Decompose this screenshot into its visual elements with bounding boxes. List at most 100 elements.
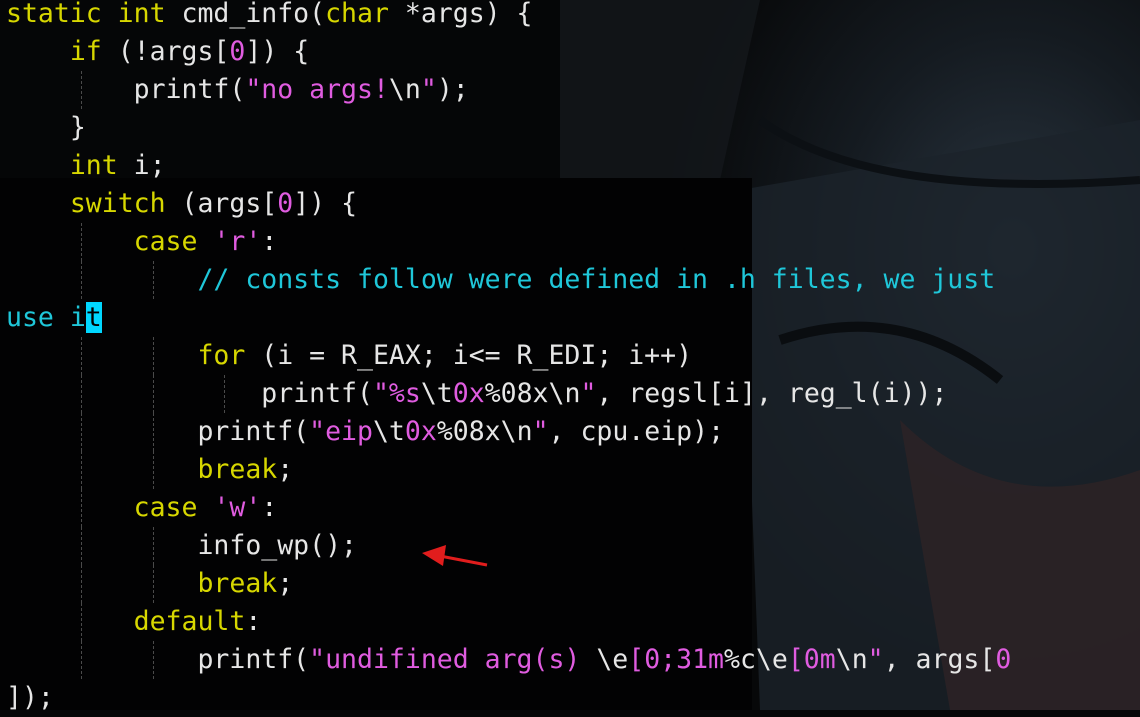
code-line[interactable]: printf("no args!\n"); [6,71,469,109]
code-token: [0;31m [628,644,724,675]
code-token: case [133,226,198,257]
code-line[interactable]: for (i = R_EAX; i<= R_EDI; i++) [6,337,692,375]
code-line[interactable]: if (!args[0]) { [6,33,309,71]
code-token: m [819,644,836,675]
indent-guide [81,451,83,489]
code-token: \n [548,378,581,409]
indent-guide [152,261,154,299]
code-token: , cpu.eip); [548,416,725,447]
code-token: i; [117,150,166,181]
indent-guide [224,375,226,413]
code-token: int [69,150,118,181]
code-line[interactable]: int i; [6,147,166,185]
code-token: , regsl[i], reg_l(i)); [596,378,948,409]
code-token: " [532,416,549,447]
code-token: char [325,0,389,29]
indent-guide [81,641,83,679]
code-line[interactable]: ]); [6,679,54,717]
code-token: use i [6,302,86,333]
indent-guide [81,261,83,299]
code-token: ); [436,74,469,105]
code-line[interactable]: printf("undifined arg(s) \e[0;31m%c\e[0m… [6,641,1011,679]
code-line[interactable]: info_wp(); [6,527,357,565]
code-token: (i = R_EAX; i<= R_EDI; i++) [245,340,693,371]
indent-guide [81,489,83,527]
code-token: 0 [995,644,1012,675]
code-token: ; [277,568,294,599]
code-token: ; [277,454,294,485]
code-token: \n [835,644,868,675]
code-token: %c [723,644,756,675]
code-token: [ [787,644,804,675]
indent-guide [152,413,154,451]
code-token: \e [596,644,629,675]
code-line[interactable]: printf("%s\t0x%08x\n", regsl[i], reg_l(i… [6,375,947,413]
code-line[interactable]: static int cmd_info(char *args) { [6,0,533,33]
indent-guide [81,413,83,451]
indent-guide [152,527,154,565]
code-token: 'r' [213,226,262,257]
code-token: %08x [484,378,549,409]
code-token: "eip [309,416,373,447]
indent-guide [152,641,154,679]
code-line[interactable]: // consts follow were defined in .h file… [6,261,995,299]
code-token: 0 [803,644,820,675]
code-token: "no args! [245,74,389,105]
code-token: printf( [197,416,310,447]
code-token: : [261,226,278,257]
code-token: \n [388,74,421,105]
code-token: (args[ [165,188,278,219]
code-line[interactable]: case 'r': [6,223,277,261]
code-token: case [133,492,198,523]
indent-guide [81,565,83,603]
code-token: 'w' [213,492,262,523]
code-line[interactable]: case 'w': [6,489,277,527]
text-cursor: t [85,302,102,333]
code-line[interactable]: printf("eip\t0x%08x\n", cpu.eip); [6,413,724,451]
code-token: *args) { [388,0,533,29]
code-token: cmd_info( [165,0,326,29]
indent-guide [81,223,83,261]
code-token: ]) { [293,188,358,219]
indent-guide [81,527,83,565]
code-editor[interactable]: static int cmd_info(char *args) { if (!a… [0,0,1140,713]
code-token: " [420,74,437,105]
code-token: "%s [372,378,421,409]
indent-guide [152,565,154,603]
code-token: info_wp(); [197,530,357,561]
code-token: %08x [436,416,501,447]
code-token: , args[ [883,644,996,675]
code-token: ]); [6,682,54,713]
code-line[interactable]: break; [6,451,293,489]
code-token: printf( [197,644,310,675]
code-line[interactable]: default: [6,603,261,641]
code-token: printf( [261,378,373,409]
code-token: // consts follow were defined in .h file… [197,264,996,295]
code-line[interactable]: use it [6,299,102,337]
code-line[interactable]: break; [6,565,293,603]
indent-guide [81,603,83,641]
indent-guide [152,337,154,375]
code-token: switch [69,188,166,219]
code-token: "undifined arg(s) [309,644,597,675]
code-token: for [197,340,246,371]
code-token: 0 [277,188,294,219]
code-token: (!args[ [101,36,230,67]
code-token: " [580,378,597,409]
code-token: break [197,454,278,485]
code-token: 0x [404,416,437,447]
code-token: \n [500,416,533,447]
code-line[interactable]: } [6,109,86,147]
code-line[interactable]: switch (args[0]) { [6,185,357,223]
code-token: } [69,112,86,143]
